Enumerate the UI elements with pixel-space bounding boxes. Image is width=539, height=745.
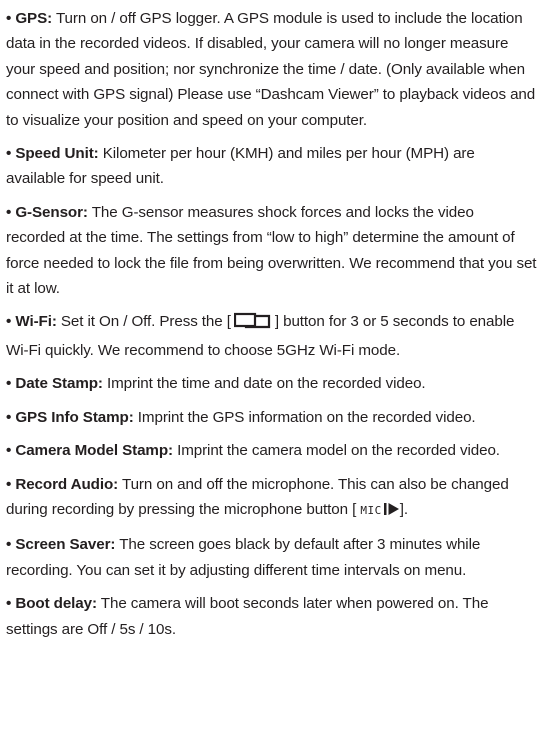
setting-term: • Wi-Fi:	[6, 313, 57, 330]
setting-description: Imprint the camera model on the recorded…	[177, 442, 500, 460]
manual-page: • GPS: Turn on / off GPS logger. A GPS m…	[0, 0, 539, 745]
bullet: •	[6, 375, 12, 393]
term-label: Speed Unit:	[15, 145, 99, 163]
term-label: G-Sensor:	[15, 203, 88, 221]
setting-record-audio: • Record Audio: Turn on and off the micr…	[6, 472, 537, 525]
term-label: Record Audio:	[15, 475, 119, 493]
setting-term: • GPS Info Stamp:	[6, 409, 134, 426]
bullet: •	[6, 203, 12, 221]
setting-wifi: • Wi-Fi: Set it On / Off. Press the [] b…	[6, 309, 537, 363]
setting-speed-unit: • Speed Unit: Kilometer per hour (KMH) a…	[6, 141, 537, 192]
setting-description: Turn on / off GPS logger. A GPS module i…	[6, 10, 536, 129]
mic-label: MIC	[360, 503, 382, 517]
bullet: •	[6, 145, 12, 163]
term-label: GPS:	[15, 10, 53, 27]
play-icon	[383, 499, 400, 524]
setting-term: • Record Audio:	[6, 476, 118, 493]
setting-screen-saver: • Screen Saver: The screen goes black by…	[6, 532, 537, 583]
setting-camera-model-stamp: • Camera Model Stamp: Imprint the camera…	[6, 438, 537, 463]
setting-term: • Screen Saver:	[6, 536, 115, 553]
setting-g-sensor: • G-Sensor: The G-sensor measures shock …	[6, 200, 537, 302]
setting-gps-info-stamp: • GPS Info Stamp: Imprint the GPS inform…	[6, 405, 537, 430]
setting-description-before: Set it On / Off. Press the [	[60, 313, 231, 331]
term-label: Camera Model Stamp:	[15, 442, 173, 460]
term-label: GPS Info Stamp:	[15, 408, 134, 426]
bullet: •	[6, 442, 12, 460]
setting-gps: • GPS: Turn on / off GPS logger. A GPS m…	[6, 6, 537, 133]
term-label: Screen Saver:	[15, 536, 116, 554]
setting-term: • Boot delay:	[6, 595, 97, 612]
setting-description-after: ].	[399, 500, 408, 518]
setting-boot-delay: • Boot delay: The camera will boot secon…	[6, 591, 537, 642]
bullet: •	[6, 408, 12, 426]
term-label: Date Stamp:	[15, 375, 103, 393]
setting-term: • Camera Model Stamp:	[6, 442, 173, 459]
term-label: Boot delay:	[15, 595, 97, 613]
term-label: Wi-Fi:	[15, 313, 57, 331]
bullet: •	[6, 536, 12, 554]
setting-term: • Speed Unit:	[6, 145, 99, 162]
dual-screen-icon	[233, 312, 272, 337]
setting-term: • Date Stamp:	[6, 375, 103, 392]
bullet: •	[6, 10, 12, 27]
bullet: •	[6, 475, 12, 493]
setting-term: • GPS:	[6, 10, 52, 27]
bullet: •	[6, 595, 12, 613]
setting-description: Imprint the time and date on the recorde…	[106, 375, 426, 393]
setting-term: • G-Sensor:	[6, 204, 88, 221]
bullet: •	[6, 313, 12, 331]
setting-date-stamp: • Date Stamp: Imprint the time and date …	[6, 371, 537, 396]
setting-description: Imprint the GPS information on the recor…	[137, 408, 476, 426]
